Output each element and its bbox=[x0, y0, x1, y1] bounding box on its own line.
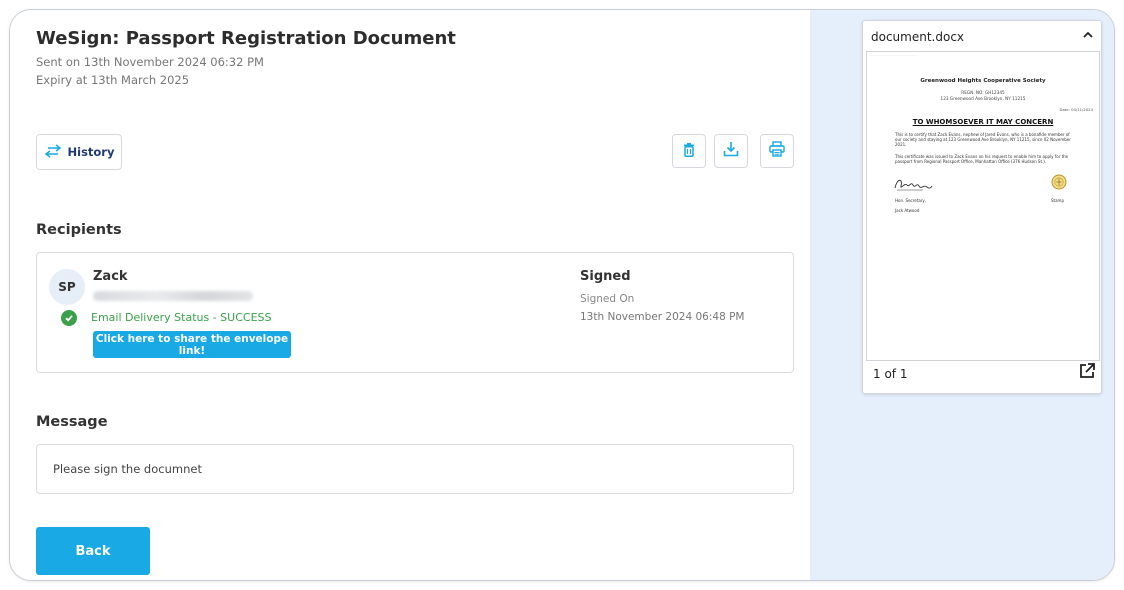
page-date: Date: 04/11/2024 bbox=[1059, 107, 1093, 112]
signature-status: Signed bbox=[580, 269, 631, 284]
page-address: 123 Greenwood Ave Brooklyn, NY 11215 bbox=[940, 96, 1026, 101]
download-icon bbox=[723, 141, 739, 161]
history-label: History bbox=[67, 145, 115, 159]
document-preview-card: document.docx ··························… bbox=[862, 20, 1102, 394]
signature-scribble-icon bbox=[893, 176, 933, 194]
page-title: WeSign: Passport Registration Document bbox=[36, 28, 456, 49]
avatar: SP bbox=[49, 269, 85, 305]
download-button[interactable] bbox=[714, 134, 748, 168]
recipients-heading: Recipients bbox=[36, 222, 122, 238]
recipient-card: SP Zack Email Delivery Status - SUCCESS … bbox=[36, 252, 794, 373]
page-count: 1 of 1 bbox=[873, 367, 908, 381]
preview-file-name: document.docx bbox=[871, 30, 965, 44]
history-arrows-icon bbox=[44, 143, 62, 162]
message-text: Please sign the documnet bbox=[53, 462, 202, 476]
page-header-tiny-text: ········································… bbox=[870, 54, 917, 57]
page-signer-name: Jack Atwood bbox=[895, 208, 920, 213]
printer-icon bbox=[769, 141, 785, 161]
chevron-up-icon[interactable] bbox=[1081, 27, 1095, 41]
app-frame: WeSign: Passport Registration Document S… bbox=[9, 9, 1115, 581]
print-button[interactable] bbox=[760, 134, 794, 168]
page-reg-number: REGN. NO: GH12345 bbox=[961, 90, 1005, 95]
signed-on-date: 13th November 2024 06:48 PM bbox=[580, 311, 745, 323]
open-external-icon[interactable] bbox=[1078, 362, 1096, 380]
history-button[interactable]: History bbox=[36, 134, 122, 170]
page-paragraph-2: This certificate was issued to Zack Evan… bbox=[895, 154, 1069, 164]
page-society-name: Greenwood Heights Cooperative Society bbox=[920, 78, 1046, 84]
signed-on-label: Signed On bbox=[580, 293, 635, 305]
share-envelope-link-button[interactable]: Click here to share the envelope link! bbox=[93, 331, 291, 358]
back-button[interactable]: Back bbox=[36, 527, 150, 575]
check-circle-icon bbox=[61, 310, 77, 326]
expiry-date: Expiry at 13th March 2025 bbox=[36, 73, 190, 87]
page-stamp-label: Stamp bbox=[1051, 198, 1064, 203]
recipient-email-redacted bbox=[93, 291, 253, 301]
document-details-panel: WeSign: Passport Registration Document S… bbox=[10, 10, 810, 580]
page-paragraph-1: This is to certify that Zack Evans, neph… bbox=[895, 132, 1071, 147]
trash-icon bbox=[683, 142, 695, 161]
delete-button[interactable] bbox=[672, 134, 706, 168]
recipient-name: Zack bbox=[93, 269, 128, 284]
page-sign-label: Hon. Secretary, bbox=[895, 198, 927, 203]
document-page-thumbnail[interactable]: ········································… bbox=[866, 51, 1100, 361]
message-heading: Message bbox=[36, 414, 108, 430]
delivery-status: Email Delivery Status - SUCCESS bbox=[91, 311, 272, 324]
preview-panel: document.docx ··························… bbox=[810, 10, 1114, 580]
sent-date: Sent on 13th November 2024 06:32 PM bbox=[36, 55, 264, 69]
stamp-seal-icon bbox=[1051, 174, 1067, 190]
message-box: Please sign the documnet bbox=[36, 444, 794, 494]
page-heading: TO WHOMSOEVER IT MAY CONCERN bbox=[912, 118, 1054, 126]
